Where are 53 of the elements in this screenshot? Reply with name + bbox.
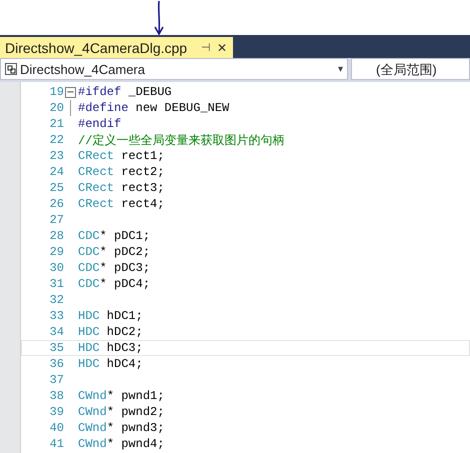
code-text: CDC* pDC3; (77, 261, 150, 275)
line-number: 40 (48, 421, 64, 435)
line-number: 34 (48, 325, 64, 339)
code-text: #endif (77, 117, 122, 131)
code-text: CDC* pDC4; (77, 277, 150, 291)
code-text: HDC hDC2; (77, 325, 143, 339)
line-number: 27 (48, 213, 64, 227)
line-number: 41 (48, 437, 64, 451)
scope-dropdown[interactable]: Directshow_4Camera ▾ (0, 58, 348, 80)
code-text: HDC hDC1; (77, 309, 143, 323)
code-text: #ifdef _DEBUG (77, 85, 172, 99)
code-text: #define new DEBUG_NEW (77, 101, 230, 115)
line-number: 24 (48, 165, 64, 179)
code-text: CRect rect2; (77, 165, 164, 179)
line-number: 33 (48, 309, 64, 323)
collapse-button[interactable]: − (65, 86, 76, 98)
code-text: HDC hDC4; (77, 357, 143, 371)
line-number: 31 (48, 277, 64, 291)
line-number: 36 (48, 357, 64, 371)
code-text: CWnd* pwnd4; (77, 437, 164, 451)
code-text: CWnd* pwnd2; (77, 405, 164, 419)
line-number: 39 (48, 405, 64, 419)
member-dropdown[interactable]: (全局范围) (351, 58, 470, 80)
code-text: CRect rect1; (77, 149, 164, 163)
line-number: 23 (48, 149, 64, 163)
line-number: 26 (48, 197, 64, 211)
code-text: CDC* pDC1; (77, 229, 150, 243)
code-text: CDC* pDC2; (77, 245, 150, 259)
line-number: 37 (48, 373, 64, 387)
line-number: 28 (48, 229, 64, 243)
line-number: 22 (48, 133, 64, 147)
line-number: 25 (48, 181, 64, 195)
line-number: 29 (48, 245, 64, 259)
line-number: 35 (48, 341, 64, 355)
close-icon[interactable]: ✕ (217, 40, 228, 54)
caret-icon: ▾ (338, 63, 343, 75)
code-text: CWnd* pwnd1; (77, 389, 164, 403)
line-number: 19 (48, 85, 64, 99)
code-text: CWnd* pwnd3; (77, 421, 164, 435)
line-number: 20 (48, 101, 64, 115)
pin-icon[interactable]: ⊣ (201, 41, 212, 54)
code-text: HDC hDC3; (77, 341, 143, 355)
code-text: CRect rect3; (77, 181, 164, 195)
hand-drawn-arrow-drawing (153, 0, 165, 36)
line-number: 21 (48, 117, 64, 131)
class-icon (5, 63, 17, 75)
line-number: 32 (48, 293, 64, 307)
code-text: //定义一些全局变量来获取图片的句柄 (77, 132, 284, 148)
document-tab[interactable]: Directshow_4CameraDlg.cpp ⊣ ✕ (0, 37, 234, 58)
line-number: 30 (48, 261, 64, 275)
code-text: CRect rect4; (77, 197, 164, 211)
fold-guide (70, 100, 71, 116)
line-number: 38 (48, 389, 64, 403)
